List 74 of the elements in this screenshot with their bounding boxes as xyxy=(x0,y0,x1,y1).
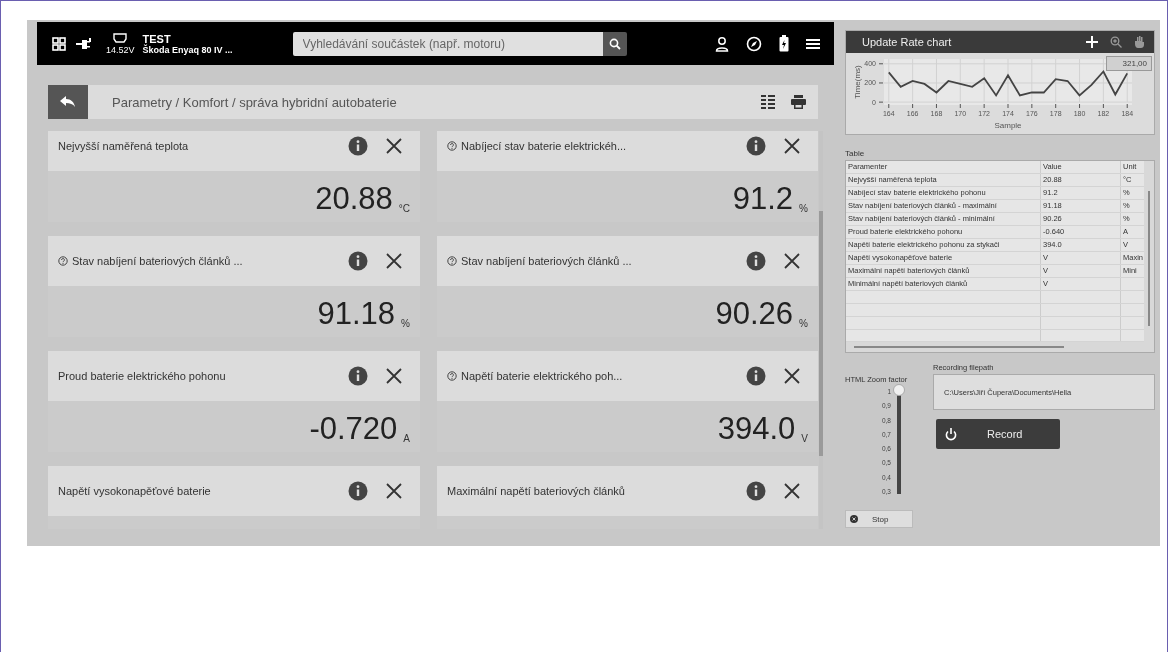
parameter-name: Nabíjecí stav baterie elektrickéh... xyxy=(461,140,627,152)
info-icon[interactable] xyxy=(348,481,368,501)
vehicle-title: TEST xyxy=(142,32,172,45)
question-circle-icon[interactable] xyxy=(447,141,457,151)
search-field[interactable]: Vyhledávání součástek (např. motoru) xyxy=(292,31,603,56)
parameter-name: Napětí baterie elektrického poh... xyxy=(461,370,623,382)
grid-icon[interactable] xyxy=(52,36,66,51)
voltage-reading: 14.52V xyxy=(106,44,135,55)
info-icon[interactable] xyxy=(348,366,368,386)
plug-icon[interactable] xyxy=(76,37,92,50)
parameter-name: Maximální napětí bateriových článků xyxy=(447,485,625,497)
y-axis-title: Time(ms) xyxy=(853,65,862,99)
parameter-value: -0.720 xyxy=(309,413,398,444)
value-unit: % xyxy=(799,203,808,214)
crosshair-icon[interactable] xyxy=(1086,36,1098,48)
compass-icon[interactable] xyxy=(746,35,762,52)
breadcrumb-path: Parametry / Komfort / správa hybridní autobaterie xyxy=(112,94,397,110)
info-icon[interactable] xyxy=(746,481,766,501)
printer-icon[interactable] xyxy=(791,95,806,109)
search-icon xyxy=(608,37,621,50)
battery-outline-icon xyxy=(113,32,128,43)
parameter-name: Stav nabíjení bateriových článků ... xyxy=(72,255,243,267)
vertical-scrollbar[interactable] xyxy=(1144,161,1154,352)
info-icon[interactable] xyxy=(348,136,368,156)
question-circle-icon[interactable] xyxy=(447,371,457,381)
close-icon[interactable] xyxy=(784,138,800,154)
info-icon[interactable] xyxy=(348,251,368,271)
hand-icon[interactable] xyxy=(1134,36,1144,48)
parameter-value: 90.26 xyxy=(715,298,794,329)
value-unit: °C xyxy=(398,203,410,214)
parameter-value: 91.2 xyxy=(732,183,794,214)
vehicle-name: Škoda Enyaq 80 IV ... xyxy=(142,44,233,55)
chart-title: Update Rate chart xyxy=(862,36,952,48)
info-icon[interactable] xyxy=(746,251,766,271)
x-axis-title: Sample xyxy=(994,121,1022,130)
info-icon[interactable] xyxy=(746,136,766,156)
table-label: Table xyxy=(845,149,866,158)
value-unit: A xyxy=(403,433,410,444)
parameter-value: 394.0 xyxy=(717,413,796,444)
record-button[interactable]: Record xyxy=(936,419,1060,449)
close-icon[interactable] xyxy=(784,253,800,269)
close-icon[interactable] xyxy=(784,483,800,499)
parameter-value: 91.18 xyxy=(317,298,396,329)
back-button[interactable] xyxy=(48,85,88,119)
question-circle-icon[interactable] xyxy=(58,256,68,266)
search-button[interactable] xyxy=(602,31,627,56)
value-unit: V xyxy=(801,433,808,444)
power-icon xyxy=(945,427,957,441)
horizontal-scrollbar[interactable] xyxy=(846,342,1144,352)
list-view-icon[interactable] xyxy=(761,95,775,109)
info-icon[interactable] xyxy=(746,366,766,386)
slider-thumb[interactable] xyxy=(893,384,905,396)
scrollbar[interactable] xyxy=(819,131,823,529)
parameter-name: Stav nabíjení bateriových článků ... xyxy=(461,255,632,267)
value-unit: % xyxy=(799,318,808,329)
close-icon[interactable] xyxy=(386,483,402,499)
close-icon[interactable] xyxy=(784,368,800,384)
close-circle-icon xyxy=(850,515,858,523)
close-icon[interactable] xyxy=(386,253,402,269)
parameter-name: Napětí vysokonapěťové baterie xyxy=(58,485,211,497)
parameter-value: 20.88 xyxy=(315,183,393,214)
user-icon[interactable] xyxy=(715,35,729,52)
back-arrow-icon xyxy=(60,96,76,108)
menu-icon[interactable] xyxy=(806,37,820,50)
zoom-icon[interactable] xyxy=(1110,36,1122,48)
parameter-name: Proud baterie elektrického pohonu xyxy=(58,370,226,382)
question-circle-icon[interactable] xyxy=(447,256,457,266)
chart-tooltip: 321,00 xyxy=(1106,56,1152,71)
stop-button[interactable]: Stop xyxy=(845,510,913,528)
close-icon[interactable] xyxy=(386,368,402,384)
battery-icon[interactable] xyxy=(779,35,789,52)
value-unit: % xyxy=(401,318,410,329)
parameter-name: Nejvyšší naměřená teplota xyxy=(58,140,189,152)
close-icon[interactable] xyxy=(386,138,402,154)
